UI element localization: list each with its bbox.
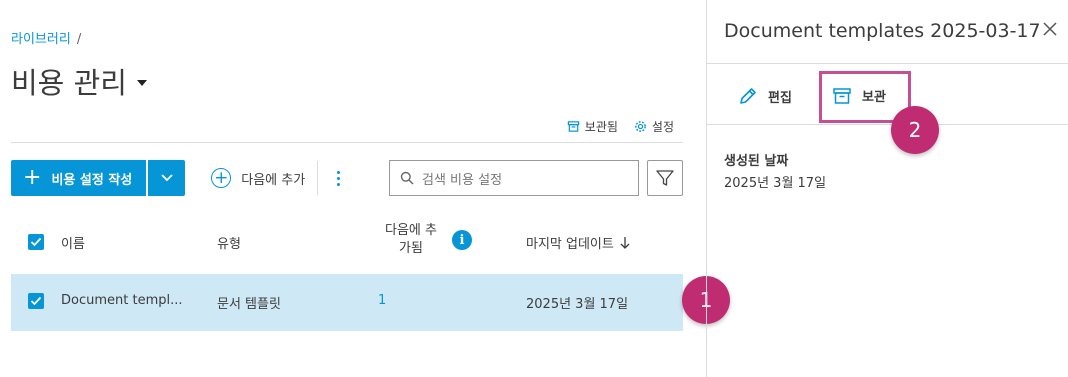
plus-icon: + [23, 165, 42, 190]
close-icon[interactable] [1043, 22, 1057, 36]
add-to-label: 다음에 추가 [241, 172, 306, 188]
column-header-name[interactable]: 이름 [61, 233, 85, 252]
panel-divider [707, 63, 1068, 64]
panel-title: Document templates 2025-03-17 [724, 20, 1041, 42]
column-header-last-updated-label: 마지막 업데이트 [526, 237, 614, 252]
column-header-added-to-line2: 가됨 [399, 241, 423, 256]
page-title[interactable]: 비용 관리 [11, 60, 147, 102]
header-divider [11, 142, 683, 143]
add-to-button[interactable]: + 다음에 추가 [211, 168, 305, 188]
table-row[interactable]: Document templ... 문서 템플릿 1 2025년 3월 17일 [11, 274, 683, 331]
cell-added-to-link[interactable]: 1 [378, 293, 386, 308]
column-header-type[interactable]: 유형 [217, 233, 241, 252]
cell-name: Document templ... [61, 293, 183, 308]
page-title-text: 비용 관리 [11, 66, 127, 100]
pencil-icon [740, 88, 756, 104]
kebab-icon[interactable] [332, 170, 344, 186]
filter-button[interactable] [647, 160, 683, 196]
settings-label: 설정 [651, 120, 674, 134]
breadcrumb: 라이브러리 / [11, 28, 81, 47]
chevron-down-icon [161, 174, 173, 182]
caret-down-icon[interactable] [136, 80, 147, 86]
toolbar: + 비용 설정 작성 + 다음에 추가 검색 비용 설정 [11, 160, 683, 196]
column-header-added-to[interactable]: 다음에 추 가됨 [371, 222, 451, 258]
gear-icon [635, 121, 646, 132]
settings-link[interactable]: 설정 [634, 118, 674, 135]
info-icon[interactable]: i [452, 230, 472, 250]
column-header-last-updated[interactable]: 마지막 업데이트 [526, 233, 630, 252]
edit-label: 편집 [768, 90, 792, 106]
archive-icon [567, 121, 579, 132]
created-date-value: 2025년 3월 17일 [724, 176, 827, 191]
archived-label: 보관됨 [584, 120, 618, 134]
cell-type: 문서 템플릿 [217, 297, 281, 312]
create-label: 비용 설정 작성 [51, 172, 133, 188]
top-links: 보관됨 설정 [567, 118, 674, 135]
add-circle-icon: + [211, 168, 232, 188]
table-header: 이름 유형 다음에 추 가됨 i 마지막 업데이트 [11, 218, 683, 274]
check-icon [30, 237, 42, 247]
archived-link[interactable]: 보관됨 [567, 118, 618, 135]
main-pane: 라이브러리 / 비용 관리 보관됨 설정 + 비용 설정 작성 + 다음에 추가 [0, 0, 730, 377]
column-header-added-to-line1: 다음에 추 [385, 223, 437, 238]
created-date-label: 생성된 날짜 [724, 154, 789, 169]
create-cost-setting-button[interactable]: + 비용 설정 작성 [11, 160, 147, 196]
breadcrumb-separator: / [76, 32, 82, 47]
cell-last-updated: 2025년 3월 17일 [526, 297, 629, 312]
select-all-checkbox[interactable] [28, 234, 44, 250]
edit-button[interactable]: 편집 [738, 86, 792, 106]
toolbar-separator [317, 161, 319, 195]
filter-icon [656, 170, 674, 186]
arrow-down-icon [620, 237, 630, 249]
breadcrumb-library-link[interactable]: 라이브러리 [11, 32, 71, 47]
check-icon [30, 296, 42, 306]
search-placeholder: 검색 비용 설정 [422, 172, 503, 188]
panel-divider-actions [707, 124, 1068, 125]
search-input[interactable]: 검색 비용 설정 [389, 160, 639, 196]
row-checkbox[interactable] [28, 293, 44, 309]
detail-panel: Document templates 2025-03-17 편집 보관 생성된 … [706, 0, 1068, 377]
create-dropdown-button[interactable] [148, 160, 186, 196]
step-badge-2: 2 [891, 106, 939, 154]
search-icon [400, 171, 414, 185]
